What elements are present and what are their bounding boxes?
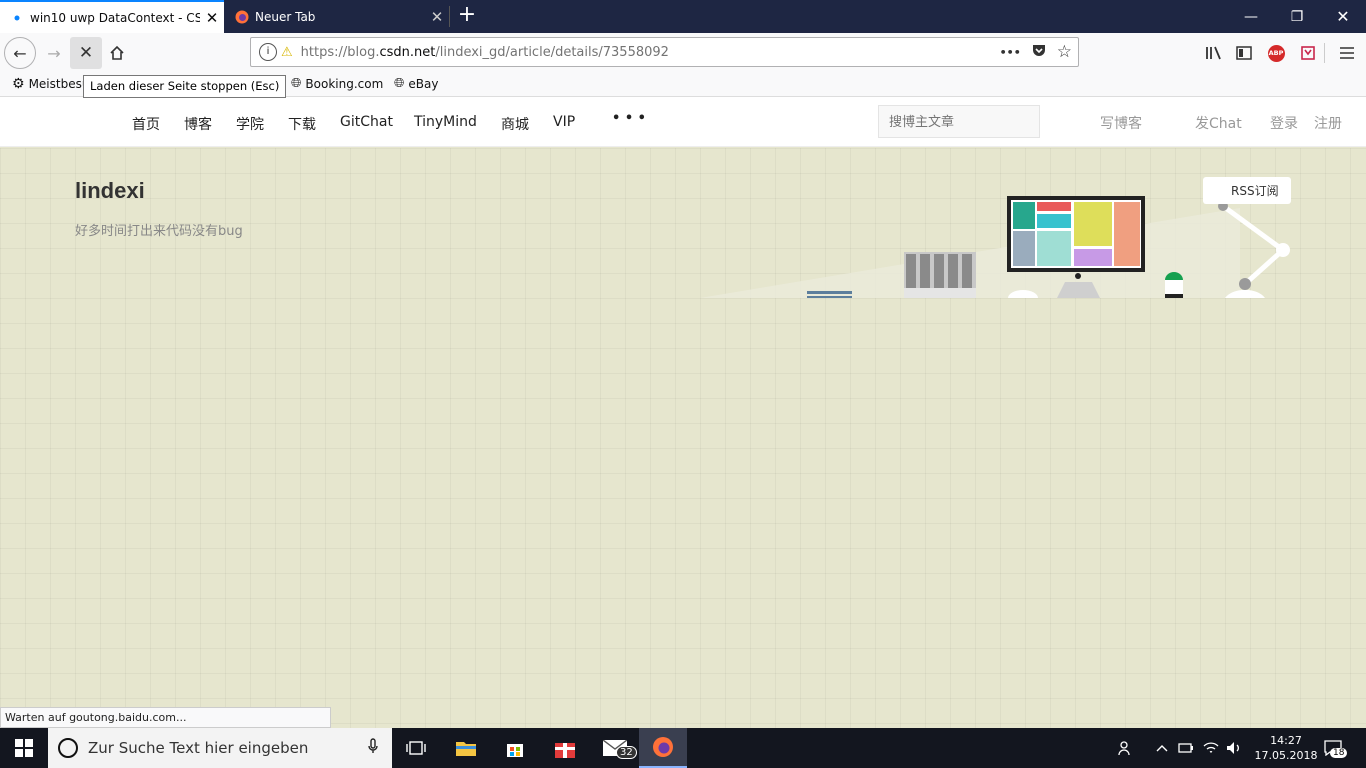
- nav-gitchat[interactable]: GitChat: [340, 114, 393, 130]
- abp-label: ABP: [1267, 44, 1285, 62]
- sidebar-icon[interactable]: [1228, 37, 1260, 69]
- bookmark-ebay[interactable]: 🌐︎ eBay: [394, 76, 438, 91]
- bookmark-most-visited[interactable]: ⚙ Meistbesu: [12, 76, 89, 92]
- close-tab-icon[interactable]: ✕: [200, 9, 224, 27]
- status-bar: Warten auf goutong.baidu.com...: [0, 707, 331, 728]
- restore-button[interactable]: ❐: [1274, 0, 1320, 33]
- csdn-favicon-icon: [10, 11, 24, 25]
- stop-tooltip: Laden dieser Seite stoppen (Esc): [83, 75, 287, 98]
- task-view-icon[interactable]: [392, 728, 440, 768]
- start-icon[interactable]: [0, 728, 48, 768]
- mail-badge: 32: [616, 746, 637, 759]
- battery-icon[interactable]: [1178, 728, 1194, 768]
- bookmark-label: eBay: [408, 76, 439, 91]
- register-link[interactable]: 注册: [1314, 113, 1342, 133]
- abp-icon[interactable]: ABP: [1260, 37, 1292, 69]
- navigation-toolbar: ← → ✕ i ⚠ https://blog.csdn.net/lindexi_…: [0, 33, 1366, 73]
- nav-home[interactable]: 首页: [132, 114, 160, 134]
- bookmark-label: Meistbesu: [28, 77, 90, 91]
- rss-subscribe-button[interactable]: RSS订阅: [1203, 177, 1291, 204]
- windows-taskbar: Zur Suche Text hier eingeben 32 14:27 17…: [0, 728, 1366, 768]
- microphone-icon[interactable]: [368, 738, 378, 758]
- write-blog-link[interactable]: 写博客: [1100, 113, 1142, 133]
- globe-icon: 🌐︎: [291, 76, 302, 91]
- people-icon[interactable]: [1118, 728, 1134, 768]
- stop-icon[interactable]: ✕: [70, 37, 102, 69]
- wifi-icon[interactable]: [1203, 728, 1219, 768]
- taskbar-search-placeholder: Zur Suche Text hier eingeben: [88, 739, 309, 757]
- site-header: 首页 博客 学院 下载 GitChat TinyMind 商城 VIP • • …: [0, 97, 1366, 147]
- tab-label: win10 uwp DataContext - CSDN: [30, 10, 200, 25]
- star-icon[interactable]: ☆: [1057, 42, 1072, 62]
- search-input[interactable]: [878, 105, 1040, 138]
- blog-title[interactable]: lindexi: [75, 178, 145, 204]
- nav-academy[interactable]: 学院: [236, 114, 264, 134]
- extension-icon[interactable]: [1292, 37, 1324, 69]
- nav-vip[interactable]: VIP: [553, 114, 575, 130]
- bookmark-booking[interactable]: 🌐︎ Booking.com: [291, 76, 383, 91]
- taskbar-search-box[interactable]: Zur Suche Text hier eingeben: [48, 728, 392, 768]
- blog-subtitle: 好多时间打出来代码没有bug: [75, 224, 243, 239]
- url-prefix: https://blog.: [300, 44, 380, 60]
- url-bar[interactable]: i ⚠ https://blog.csdn.net/lindexi_gd/art…: [250, 37, 1079, 67]
- clock-time: 14:27: [1270, 734, 1302, 747]
- tab-active[interactable]: win10 uwp DataContext - CSDN ✕: [0, 0, 224, 33]
- close-tab-icon[interactable]: ✕: [425, 8, 449, 26]
- browser-tab-bar: win10 uwp DataContext - CSDN ✕ Neuer Tab…: [0, 0, 1366, 33]
- notification-badge: 18: [1330, 748, 1348, 758]
- blog-banner: lindexi 好多时间打出来代码没有bug RSS订阅: [0, 148, 1366, 728]
- file-explorer-icon[interactable]: [442, 728, 490, 768]
- chevron-up-icon[interactable]: [1156, 728, 1168, 768]
- globe-icon: 🌐︎: [394, 76, 405, 91]
- volume-icon[interactable]: [1226, 728, 1242, 768]
- url-text[interactable]: https://blog.csdn.net/lindexi_gd/article…: [301, 45, 669, 60]
- fachat-link[interactable]: 发Chat: [1195, 113, 1242, 133]
- info-icon[interactable]: i: [259, 43, 277, 61]
- lock-warning-icon[interactable]: ⚠: [281, 45, 293, 60]
- page-actions-icon[interactable]: •••: [1000, 46, 1021, 59]
- clock[interactable]: 14:27 17.05.2018: [1254, 728, 1318, 768]
- firefox-taskbar-icon[interactable]: [639, 728, 687, 768]
- firefox-icon: [235, 10, 249, 24]
- store-icon[interactable]: [491, 728, 539, 768]
- pocket-icon[interactable]: [1031, 42, 1047, 62]
- back-icon[interactable]: ←: [4, 37, 36, 69]
- nav-tinymind[interactable]: TinyMind: [414, 114, 477, 130]
- url-path: /lindexi_gd/article/details/73558092: [435, 44, 669, 60]
- gift-icon[interactable]: [541, 728, 589, 768]
- menu-icon[interactable]: [1331, 37, 1363, 69]
- clock-date: 17.05.2018: [1254, 749, 1318, 762]
- library-icon[interactable]: [1198, 37, 1230, 69]
- mail-icon[interactable]: 32: [591, 728, 639, 768]
- nav-download[interactable]: 下载: [288, 114, 316, 134]
- nav-blog[interactable]: 博客: [184, 114, 212, 134]
- new-tab-button[interactable]: +: [455, 3, 479, 29]
- cortana-icon: [58, 738, 78, 758]
- close-window-button[interactable]: ✕: [1320, 0, 1366, 33]
- tab-label: Neuer Tab: [255, 9, 316, 24]
- home-icon[interactable]: [101, 37, 133, 69]
- bookmark-label: Booking.com: [305, 76, 384, 91]
- nav-more-icon[interactable]: • • •: [612, 111, 646, 126]
- nav-mall[interactable]: 商城: [501, 114, 529, 134]
- url-host: csdn.net: [379, 44, 436, 60]
- gear-icon: ⚙: [12, 76, 25, 92]
- login-link[interactable]: 登录: [1270, 113, 1298, 133]
- forward-icon[interactable]: →: [38, 37, 70, 69]
- tab-new[interactable]: Neuer Tab ✕: [225, 0, 449, 33]
- minimize-button[interactable]: —: [1228, 0, 1274, 33]
- notification-center-icon[interactable]: 18: [1324, 728, 1348, 768]
